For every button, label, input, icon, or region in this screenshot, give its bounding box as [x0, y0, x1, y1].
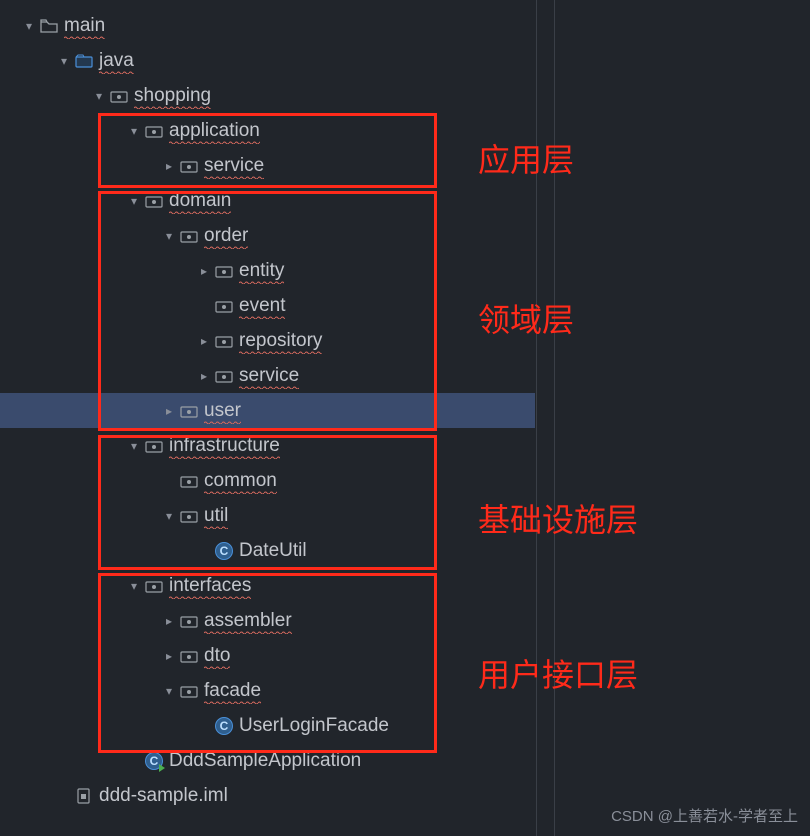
tree-label: entity — [239, 260, 284, 282]
tree-label: DddSampleApplication — [169, 750, 361, 772]
tree-label: DateUtil — [239, 540, 307, 562]
tree-row-userloginfacade[interactable]: ▸ C UserLoginFacade — [0, 708, 810, 743]
tree-label: facade — [204, 680, 261, 702]
tree-label: common — [204, 470, 277, 492]
tree-row-application-service[interactable]: ▸ service — [0, 148, 810, 183]
package-icon — [213, 264, 235, 278]
package-icon — [213, 299, 235, 313]
tree-label: service — [204, 155, 264, 177]
folder-source-icon — [73, 54, 95, 68]
package-icon — [108, 89, 130, 103]
tree-row-user[interactable]: ▸ user — [0, 393, 535, 428]
package-icon — [143, 124, 165, 138]
chevron-right-icon: ▸ — [160, 649, 178, 663]
chevron-right-icon: ▸ — [160, 159, 178, 173]
tree-row-dateutil[interactable]: ▸ C DateUtil — [0, 533, 810, 568]
chevron-right-icon: ▸ — [160, 404, 178, 418]
tree-label: repository — [239, 330, 322, 352]
chevron-right-icon: ▸ — [195, 334, 213, 348]
package-icon — [213, 369, 235, 383]
tree-row-application[interactable]: ▾ application — [0, 113, 810, 148]
tree-row-infrastructure[interactable]: ▾ infrastructure — [0, 428, 810, 463]
tree-label: service — [239, 365, 299, 387]
package-icon — [143, 579, 165, 593]
tree-label: interfaces — [169, 575, 251, 597]
package-icon — [178, 684, 200, 698]
annotation-label-domain: 领域层 — [478, 295, 574, 341]
tree-row-shopping[interactable]: ▾ shopping — [0, 78, 810, 113]
package-icon — [178, 229, 200, 243]
tree-row-order-service[interactable]: ▸ service — [0, 358, 810, 393]
tree-row-util[interactable]: ▾ util — [0, 498, 810, 533]
tree-row-common[interactable]: ▸ common — [0, 463, 810, 498]
tree-label: main — [64, 15, 105, 37]
tree-row-dto[interactable]: ▸ dto — [0, 638, 810, 673]
tree-row-main[interactable]: ▾ main — [0, 8, 810, 43]
tree-label: shopping — [134, 85, 211, 107]
package-icon — [178, 649, 200, 663]
watermark: CSDN @上善若水-学者至上 — [611, 805, 798, 826]
annotation-label-infrastructure: 基础设施层 — [478, 495, 638, 541]
chevron-down-icon: ▾ — [55, 54, 73, 68]
tree-label: application — [169, 120, 260, 142]
tree-row-java[interactable]: ▾ java — [0, 43, 810, 78]
tree-row-dddsampleapp[interactable]: ▸ C DddSampleApplication — [0, 743, 810, 778]
tree-label: dto — [204, 645, 230, 667]
tree-row-event[interactable]: ▸ event — [0, 288, 810, 323]
tree-label: util — [204, 505, 228, 527]
package-icon — [143, 439, 165, 453]
package-icon — [178, 509, 200, 523]
chevron-down-icon: ▾ — [125, 194, 143, 208]
chevron-right-icon: ▸ — [160, 614, 178, 628]
annotation-label-application: 应用层 — [478, 135, 574, 181]
tree-label: assembler — [204, 610, 292, 632]
chevron-down-icon: ▾ — [20, 19, 38, 33]
chevron-down-icon: ▾ — [160, 509, 178, 523]
class-icon: C — [213, 542, 235, 560]
tree-label: ddd-sample.iml — [99, 785, 228, 807]
chevron-down-icon: ▾ — [160, 684, 178, 698]
folder-open-icon — [38, 19, 60, 33]
tree-label: UserLoginFacade — [239, 715, 389, 737]
tree-row-assembler[interactable]: ▸ assembler — [0, 603, 810, 638]
class-run-icon: C — [143, 752, 165, 770]
package-icon — [178, 614, 200, 628]
tree-label: event — [239, 295, 285, 317]
tree-row-entity[interactable]: ▸ entity — [0, 253, 810, 288]
file-icon — [73, 788, 95, 804]
chevron-down-icon: ▾ — [90, 89, 108, 103]
tree-row-order[interactable]: ▾ order — [0, 218, 810, 253]
tree-row-facade[interactable]: ▾ facade — [0, 673, 810, 708]
tree-row-repository[interactable]: ▸ repository — [0, 323, 810, 358]
annotation-label-interfaces: 用户接口层 — [478, 650, 638, 696]
package-icon — [213, 334, 235, 348]
chevron-down-icon: ▾ — [125, 439, 143, 453]
package-icon — [143, 194, 165, 208]
tree-row-domain[interactable]: ▾ domain — [0, 183, 810, 218]
chevron-down-icon: ▾ — [125, 124, 143, 138]
class-icon: C — [213, 717, 235, 735]
tree-row-interfaces[interactable]: ▾ interfaces — [0, 568, 810, 603]
tree-label: domain — [169, 190, 231, 212]
tree-label: order — [204, 225, 248, 247]
package-icon — [178, 404, 200, 418]
chevron-down-icon: ▾ — [160, 229, 178, 243]
project-tree: ▾ main ▾ java ▾ shopping ▾ application ▸ — [0, 0, 810, 813]
package-icon — [178, 474, 200, 488]
chevron-down-icon: ▾ — [125, 579, 143, 593]
tree-label: infrastructure — [169, 435, 280, 457]
chevron-right-icon: ▸ — [195, 369, 213, 383]
tree-label: java — [99, 50, 134, 72]
package-icon — [178, 159, 200, 173]
tree-label: user — [204, 400, 241, 422]
chevron-right-icon: ▸ — [195, 264, 213, 278]
